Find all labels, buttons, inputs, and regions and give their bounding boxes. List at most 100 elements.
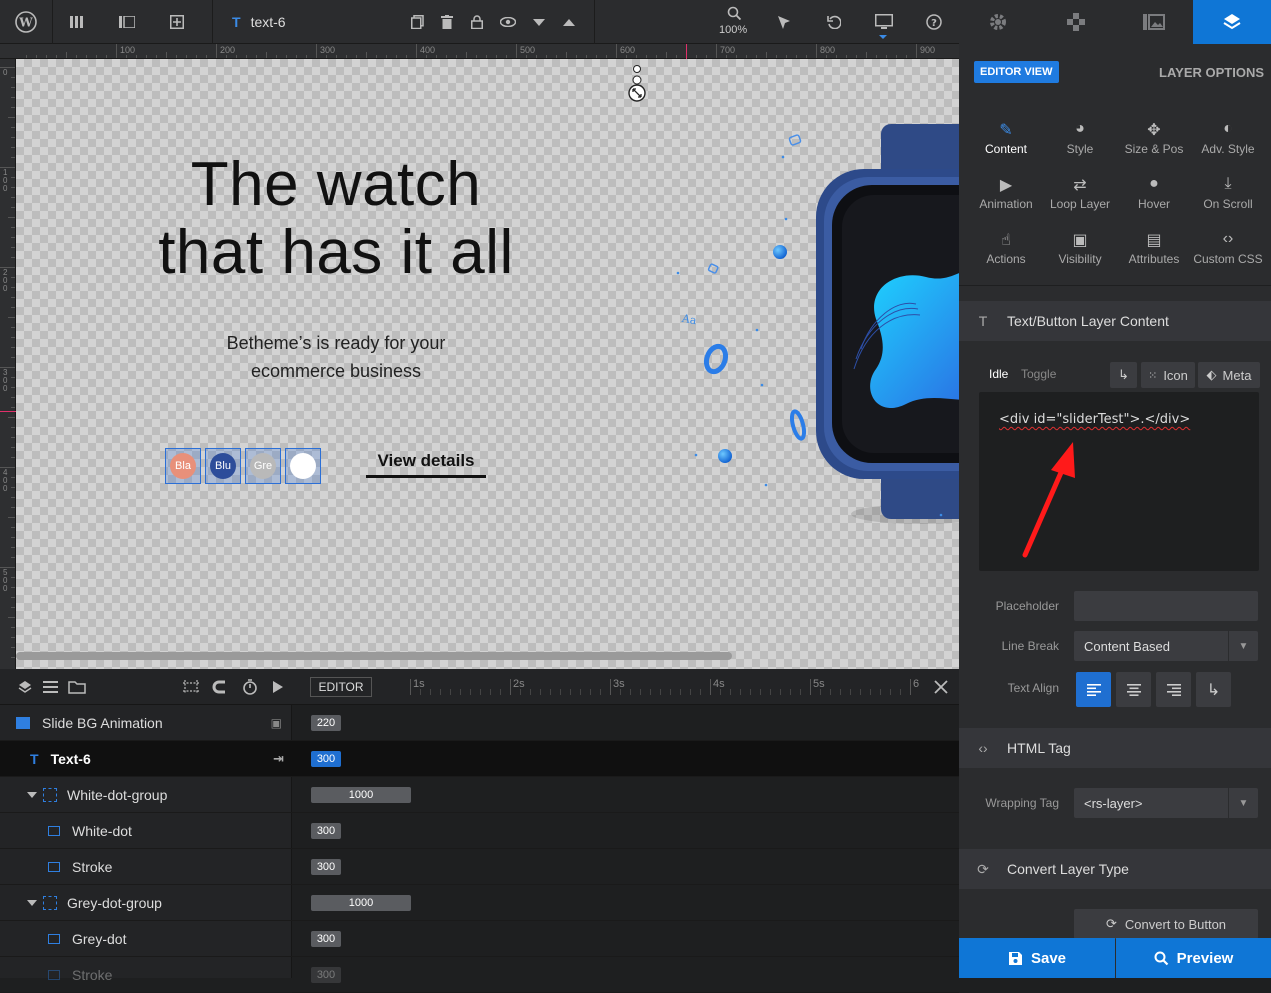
meta-button[interactable]: ⬖ Meta xyxy=(1198,362,1260,388)
timeline-duration-bar[interactable]: 1000 xyxy=(311,787,411,803)
convert-to-button[interactable]: ⟳ Convert to Button xyxy=(1074,909,1258,939)
undo-icon[interactable] xyxy=(820,0,848,44)
image-settings-icon[interactable]: ▣ xyxy=(271,716,282,730)
gear-icon[interactable] xyxy=(959,0,1037,44)
timeline-track: 1000 xyxy=(292,885,959,921)
color-dot-layer[interactable]: Wh xyxy=(285,448,321,484)
move-down-icon[interactable] xyxy=(526,0,552,44)
option-visibility[interactable]: ▣ Visibility xyxy=(1043,230,1117,266)
content-section-header[interactable]: T Text/Button Layer Content xyxy=(959,301,1271,341)
timeline-layer-row[interactable]: White-dot-group xyxy=(0,777,292,813)
stopwatch-icon[interactable] xyxy=(242,679,258,695)
group-icon xyxy=(43,787,57,802)
option-on-scroll[interactable]: ⤓ On Scroll xyxy=(1191,175,1265,211)
eye-icon[interactable] xyxy=(494,0,522,44)
icon-button[interactable]: ⁙ Icon xyxy=(1141,362,1195,388)
option-style[interactable]: ◕ Style xyxy=(1043,120,1117,156)
folder-icon[interactable] xyxy=(68,680,86,694)
layers-icon[interactable] xyxy=(18,680,32,694)
option-label: Size & Pos xyxy=(1124,142,1184,156)
html-tag-section-header[interactable]: ‹› HTML Tag xyxy=(959,728,1271,768)
view-details-button[interactable]: View details xyxy=(366,451,486,478)
timeline-duration-bar[interactable]: 300 xyxy=(311,751,341,767)
play-timeline-icon[interactable] xyxy=(272,680,284,694)
preview-button[interactable]: Preview xyxy=(1116,938,1271,978)
jump-to-icon[interactable]: ⇥ xyxy=(273,751,284,767)
device-dropdown-icon[interactable] xyxy=(879,35,887,39)
close-timeline-icon[interactable] xyxy=(934,680,948,694)
option-size-pos[interactable]: ✥ Size & Pos xyxy=(1117,120,1191,156)
color-dot-label: Blu xyxy=(215,460,231,472)
editor-view-badge[interactable]: EDITOR VIEW xyxy=(974,61,1059,83)
option-adv-style[interactable]: ◐ Adv. Style xyxy=(1191,120,1265,156)
color-dot-layer[interactable]: Gre xyxy=(245,448,281,484)
layer-settings-icon[interactable] xyxy=(1193,0,1271,44)
option-hover[interactable]: ● Hover xyxy=(1117,175,1191,211)
timeline-layer-row[interactable]: White-dot xyxy=(0,813,292,849)
timeline-duration-bar[interactable]: 220 xyxy=(311,715,341,731)
return-arrow-icon: ↳ xyxy=(1118,367,1129,382)
align-right-icon[interactable] xyxy=(1156,672,1191,707)
idle-tab[interactable]: Idle xyxy=(989,367,1008,381)
lock-icon[interactable] xyxy=(464,0,490,44)
ruler-tick-label: 0 xyxy=(3,68,8,77)
zoom-icon[interactable] xyxy=(720,0,748,26)
snap-grid-icon[interactable] xyxy=(183,680,199,694)
wordpress-logo-icon[interactable]: W xyxy=(0,0,52,44)
hero-title[interactable]: The watch that has it all xyxy=(111,151,561,287)
slides-icon[interactable] xyxy=(112,0,142,44)
timeline-layer-row[interactable]: Slide BG Animation ▣ xyxy=(0,705,292,741)
help-icon[interactable]: ? xyxy=(920,0,948,44)
slide-canvas[interactable]: The watch that has it all Betheme’s is r… xyxy=(16,59,959,669)
save-button[interactable]: Save xyxy=(959,938,1115,978)
navigation-icon[interactable] xyxy=(1037,0,1115,44)
time-scale[interactable]: 1s 2s 3s 4s 5s 6 xyxy=(372,669,932,705)
timeline-duration-bar[interactable]: 300 xyxy=(311,859,341,875)
add-slide-icon[interactable] xyxy=(162,0,192,44)
placeholder-input[interactable] xyxy=(1074,591,1258,621)
toggle-tab[interactable]: Toggle xyxy=(1021,367,1056,381)
option-actions[interactable]: ☝ Actions xyxy=(969,230,1043,266)
slide-settings-icon[interactable] xyxy=(1115,0,1193,44)
option-attributes[interactable]: ▤ Attributes xyxy=(1117,230,1191,266)
time-tick xyxy=(710,679,711,695)
timeline-layer-row[interactable]: Stroke xyxy=(0,849,292,885)
magnet-icon[interactable] xyxy=(212,680,228,694)
text-direction-icon[interactable]: ↳ xyxy=(1196,672,1231,707)
timeline-duration-bar[interactable]: 300 xyxy=(311,967,341,983)
convert-section-header[interactable]: ⟳ Convert Layer Type xyxy=(959,849,1271,889)
timeline-layer-row[interactable]: T Text-6 ⇥ xyxy=(0,741,292,777)
caret-down-icon[interactable] xyxy=(27,899,37,906)
option-loop-layer[interactable]: ⇄ Loop Layer xyxy=(1043,175,1117,211)
menu-icon[interactable] xyxy=(43,681,58,693)
option-label: Attributes xyxy=(1128,252,1180,266)
color-dot-layer[interactable]: Bla xyxy=(165,448,201,484)
pointer-icon[interactable] xyxy=(770,0,798,44)
color-dot-layer[interactable]: Blu xyxy=(205,448,241,484)
line-break-button[interactable]: ↳ xyxy=(1110,362,1137,388)
time-tick xyxy=(410,679,411,695)
timeline-layer-row[interactable]: Grey-dot xyxy=(0,921,292,957)
option-animation[interactable]: ▶ Animation xyxy=(969,175,1043,211)
duplicate-icon[interactable] xyxy=(404,0,430,44)
timeline-layer-row[interactable]: Grey-dot-group xyxy=(0,885,292,921)
move-up-icon[interactable] xyxy=(556,0,582,44)
timeline-duration-bar[interactable]: 1000 xyxy=(311,895,411,911)
timeline-duration-bar[interactable]: 300 xyxy=(311,931,341,947)
wrapping-tag-select[interactable]: <rs-layer> ▼ xyxy=(1074,788,1258,818)
hero-subtitle[interactable]: Betheme’s is ready for your ecommerce bu… xyxy=(186,329,486,385)
align-left-icon[interactable] xyxy=(1076,672,1111,707)
align-center-icon[interactable] xyxy=(1116,672,1151,707)
timeline-layer-row[interactable]: Stroke xyxy=(0,957,292,993)
editor-tab[interactable]: EDITOR xyxy=(310,677,372,697)
option-custom-css[interactable]: ‹› Custom CSS xyxy=(1191,230,1265,266)
horizontal-scrollbar[interactable] xyxy=(16,652,732,660)
columns-icon[interactable] xyxy=(62,0,92,44)
option-content[interactable]: ✎ Content xyxy=(969,120,1043,156)
caret-down-icon[interactable] xyxy=(27,791,37,798)
trash-icon[interactable] xyxy=(434,0,460,44)
line-break-select[interactable]: Content Based ▼ xyxy=(1074,631,1258,661)
rotate-handle-icon[interactable] xyxy=(626,63,650,105)
timeline-layer-name: Grey-dot xyxy=(72,930,127,947)
timeline-duration-bar[interactable]: 300 xyxy=(311,823,341,839)
